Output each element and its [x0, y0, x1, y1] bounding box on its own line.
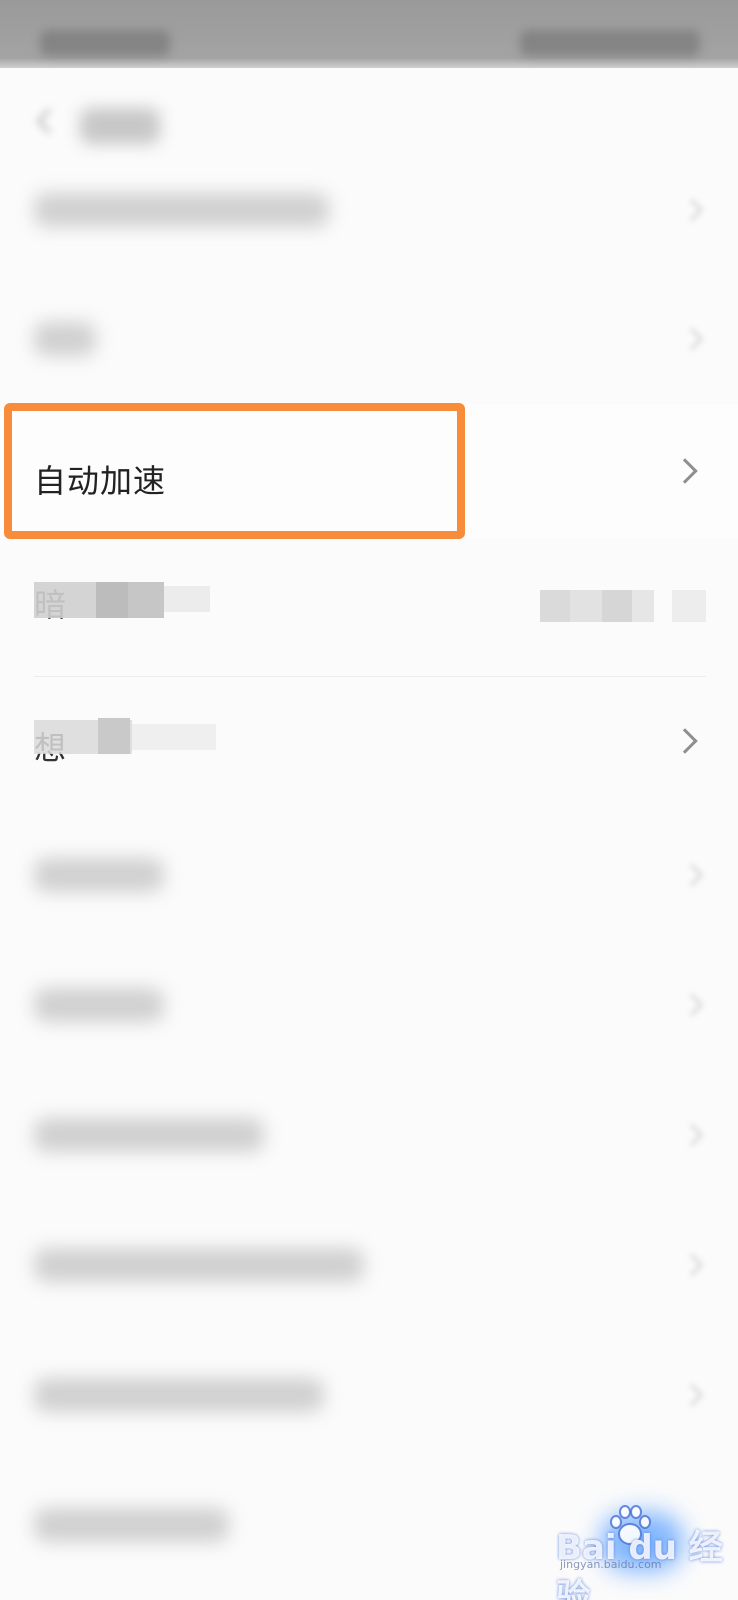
status-icons-blur	[520, 30, 700, 56]
highlight-box	[4, 403, 465, 539]
row-label-blur	[34, 322, 96, 356]
chevron-right-icon	[680, 327, 704, 351]
row-label-blur	[34, 1378, 324, 1412]
settings-row[interactable]	[0, 1200, 738, 1330]
settings-row[interactable]: 暗	[0, 540, 738, 670]
page-title-blur	[80, 108, 160, 144]
chevron-right-icon	[680, 1123, 704, 1147]
row-label-blur	[34, 1508, 229, 1542]
row-label-blur	[34, 988, 164, 1022]
settings-row[interactable]	[0, 1330, 738, 1460]
status-bar	[0, 0, 738, 68]
row-label-blur	[34, 1118, 264, 1152]
watermark-domain: jingyan.baidu.com	[560, 1558, 662, 1571]
chevron-right-icon	[680, 863, 704, 887]
row-label-blur	[34, 1248, 364, 1282]
row-label-blur	[34, 193, 329, 227]
settings-row[interactable]	[0, 810, 738, 940]
chevron-right-icon	[680, 198, 704, 222]
chevron-right-icon	[672, 728, 698, 754]
chevron-right-icon	[680, 993, 704, 1017]
chevron-right-icon	[680, 1383, 704, 1407]
chevron-right-icon	[680, 1253, 704, 1277]
status-carrier-blur	[40, 30, 170, 56]
settings-row[interactable]	[0, 940, 738, 1070]
baidu-jingyan-watermark: Bai du 经验 jingyan.baidu.com	[556, 1500, 726, 1600]
chevron-right-icon	[672, 458, 698, 484]
settings-row[interactable]: 想	[0, 676, 738, 806]
settings-row[interactable]	[0, 145, 738, 275]
row-label-blur	[34, 858, 164, 892]
settings-row[interactable]	[0, 1070, 738, 1200]
settings-row[interactable]	[0, 274, 738, 404]
